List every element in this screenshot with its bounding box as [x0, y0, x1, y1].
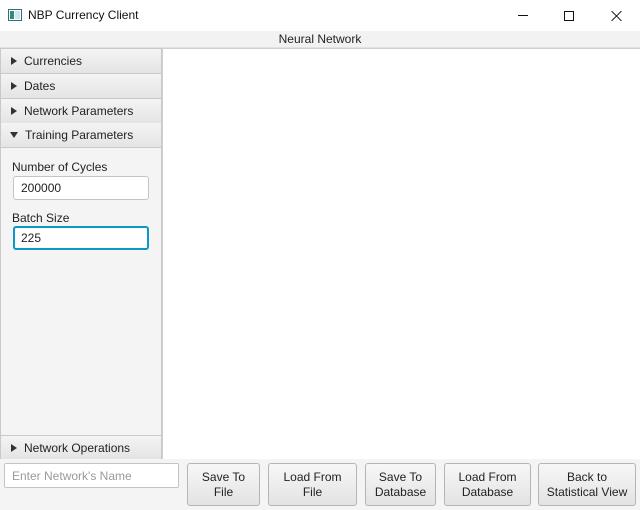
accordion-label: Training Parameters: [25, 128, 134, 142]
back-to-statistical-view-label: Back to Statistical View: [546, 469, 628, 499]
training-parameters-panel: Number of Cycles Batch Size: [1, 148, 161, 435]
accordion-training-parameters[interactable]: Training Parameters: [1, 123, 161, 148]
accordion-currencies[interactable]: Currencies: [1, 49, 161, 74]
back-to-statistical-view-button[interactable]: Back to Statistical View: [538, 463, 636, 506]
accordion-label: Dates: [24, 79, 56, 93]
accordion-network-operations[interactable]: Network Operations: [1, 435, 161, 459]
close-icon: [611, 10, 623, 22]
save-to-database-button[interactable]: Save To Database: [365, 463, 436, 506]
network-display-area: [162, 48, 640, 459]
accordion-label: Network Operations: [24, 440, 131, 455]
chevron-right-icon: [11, 82, 17, 90]
batch-size-input[interactable]: [13, 226, 149, 250]
chevron-down-icon: [10, 132, 18, 138]
load-from-database-button[interactable]: Load From Database: [444, 463, 531, 506]
accordion-dates[interactable]: Dates: [1, 74, 161, 99]
network-name-input[interactable]: [4, 463, 179, 488]
load-from-file-button[interactable]: Load From File: [268, 463, 357, 506]
bottom-toolbar: Save To File Load From File Save To Data…: [0, 459, 640, 510]
save-to-file-button[interactable]: Save To File: [187, 463, 260, 506]
chevron-right-icon: [11, 57, 17, 65]
accordion-network-parameters[interactable]: Network Parameters: [1, 99, 161, 124]
accordion-label: Currencies: [24, 54, 83, 68]
maximize-icon: [564, 10, 574, 21]
minimize-button[interactable]: [500, 0, 546, 31]
accordion-label: Network Parameters: [24, 104, 134, 118]
chevron-right-icon: [11, 107, 17, 115]
load-from-file-label: Load From File: [283, 469, 342, 499]
close-button[interactable]: [594, 0, 640, 31]
minimize-icon: [518, 15, 528, 16]
cycles-input[interactable]: [13, 176, 149, 200]
sidebar-accordion: Currencies Dates Network Parameters Trai…: [0, 48, 162, 459]
save-to-file-label: Save To File: [201, 469, 246, 499]
chevron-right-icon: [11, 443, 17, 452]
load-from-database-label: Load From Database: [458, 469, 517, 499]
cycles-label: Number of Cycles: [12, 160, 108, 174]
batch-size-label: Batch Size: [12, 211, 70, 225]
app-icon: [8, 9, 22, 21]
maximize-button[interactable]: [546, 0, 592, 31]
save-to-database-label: Save To Database: [374, 469, 427, 499]
title-bar: NBP Currency Client: [0, 0, 640, 31]
panel-title: Neural Network: [0, 31, 640, 48]
window-title: NBP Currency Client: [28, 8, 139, 22]
